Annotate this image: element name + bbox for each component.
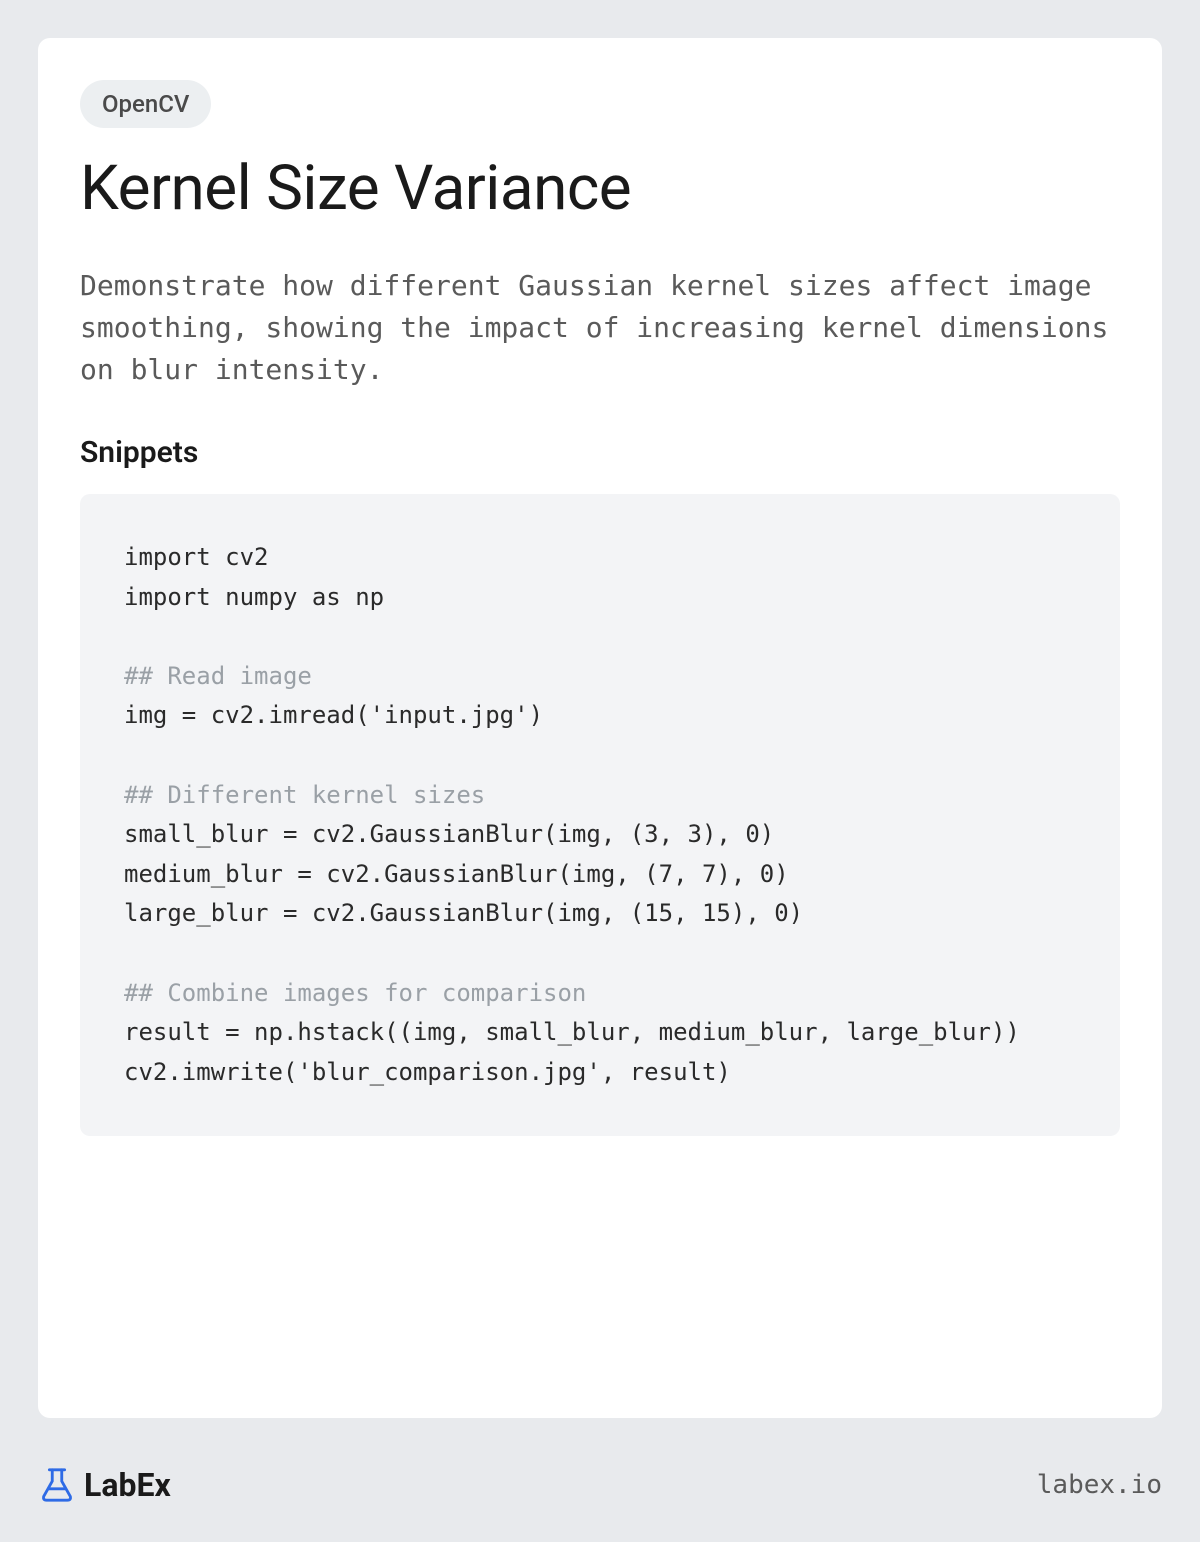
code-line: img = cv2.imread('input.jpg') xyxy=(124,701,543,729)
code-line: cv2.imwrite('blur_comparison.jpg', resul… xyxy=(124,1058,731,1086)
code-comment: ## Different kernel sizes xyxy=(124,781,485,809)
code-comment: ## Read image xyxy=(124,662,312,690)
code-line: result = np.hstack((img, small_blur, med… xyxy=(124,1018,1020,1046)
code-comment: ## Combine images for comparison xyxy=(124,979,586,1007)
code-line: small_blur = cv2.GaussianBlur(img, (3, 3… xyxy=(124,820,774,848)
code-line: medium_blur = cv2.GaussianBlur(img, (7, … xyxy=(124,860,789,888)
footer-url: labex.io xyxy=(1037,1470,1162,1500)
category-tag: OpenCV xyxy=(80,80,211,128)
code-line: import numpy as np xyxy=(124,583,384,611)
code-snippet: import cv2 import numpy as np ## Read im… xyxy=(80,494,1120,1136)
logo: LabEx xyxy=(38,1466,171,1504)
snippets-heading: Snippets xyxy=(80,435,1120,470)
footer: LabEx labex.io xyxy=(38,1466,1162,1504)
code-line: import cv2 xyxy=(124,543,269,571)
description-text: Demonstrate how different Gaussian kerne… xyxy=(80,265,1120,391)
flask-icon xyxy=(38,1466,76,1504)
logo-text: LabEx xyxy=(84,1466,171,1504)
content-card: OpenCV Kernel Size Variance Demonstrate … xyxy=(38,38,1162,1418)
page-title: Kernel Size Variance xyxy=(80,152,1120,225)
code-line: large_blur = cv2.GaussianBlur(img, (15, … xyxy=(124,899,803,927)
